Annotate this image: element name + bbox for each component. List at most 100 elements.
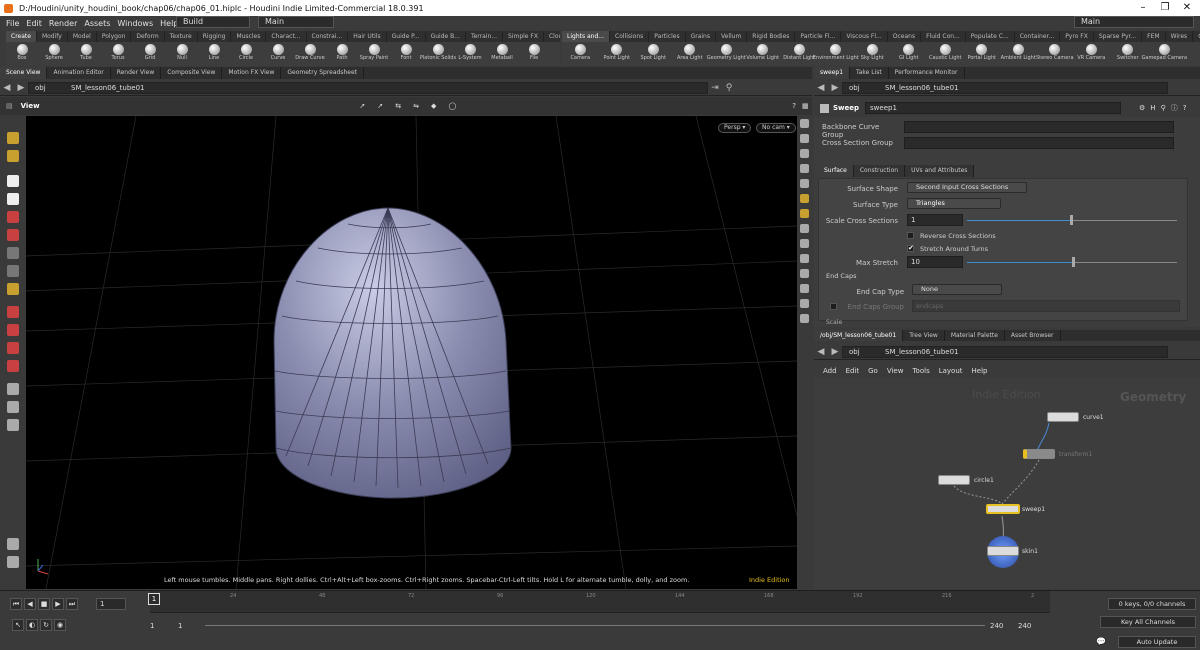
help-icon[interactable]: ? (792, 102, 796, 110)
move-icon[interactable] (7, 211, 19, 223)
link-icon[interactable]: ⚲ (722, 83, 736, 93)
tool-platonic-solids[interactable]: Platonic Solids (420, 42, 456, 66)
end-caps-folder[interactable]: End Caps (826, 272, 856, 280)
network-tab-obj-sm-lesson06-tube01[interactable]: /obj/SM_lesson06_tube01 (814, 330, 904, 341)
menu-file[interactable]: File (6, 19, 19, 28)
tool-path[interactable]: Path (326, 42, 358, 66)
params-path-field[interactable]: obj SM_lesson06_tube01 (842, 81, 1168, 94)
loop-icon[interactable]: ↻ (40, 619, 52, 631)
net-path-node[interactable]: SM_lesson06_tube01 (885, 348, 959, 356)
key-all-channels-menu[interactable]: Key All Channels (1100, 616, 1196, 628)
bg-image-icon[interactable] (7, 538, 19, 550)
shelf-tab-create[interactable]: Create (6, 31, 37, 42)
text-icon[interactable] (800, 314, 809, 323)
playhead-marker[interactable]: 1 (148, 593, 160, 605)
shelf-tab-pyro-fx[interactable]: Pyro FX (1060, 31, 1094, 42)
snap-tool-icon[interactable]: ⇋ (413, 102, 419, 110)
tab-construction[interactable]: Construction (853, 165, 906, 177)
info-icon[interactable] (800, 299, 809, 308)
settings-icon[interactable]: ◉ (54, 619, 66, 631)
tool-metaball[interactable]: Metaball (486, 42, 518, 66)
path-context[interactable]: obj (35, 84, 65, 92)
wire-shade-icon[interactable] (800, 119, 809, 128)
shelf-tab-populate-c[interactable]: Populate C... (966, 31, 1015, 42)
timeline-ruler[interactable]: 24 48 72 96 120 144 168 192 216 2 (150, 591, 1050, 613)
chat-icon[interactable]: 💬 (1096, 637, 1106, 646)
tool-camera[interactable]: Camera (562, 42, 599, 66)
tab-render-view[interactable]: Render View (111, 67, 162, 79)
stop-icon[interactable]: ■ (38, 598, 50, 610)
help-circle-icon[interactable]: ? (1183, 104, 1187, 112)
tool-l-system[interactable]: L-System (454, 42, 486, 66)
params-path-node[interactable]: SM_lesson06_tube01 (885, 84, 959, 92)
shelf-tab-charact[interactable]: Charact... (266, 31, 307, 42)
tool-stereo-camera[interactable]: Stereo Camera (1036, 42, 1074, 66)
view-tool-icon[interactable]: ◆ (431, 102, 436, 110)
network-menu-view[interactable]: View (887, 367, 904, 375)
net-forward-icon[interactable]: ▶ (828, 347, 842, 357)
scale-slider-handle[interactable] (1069, 215, 1073, 225)
close-icon[interactable]: ✕ (1177, 0, 1197, 16)
auto-update-menu[interactable]: Auto Update (1118, 636, 1196, 648)
snap-prim-icon[interactable] (7, 324, 19, 336)
network-path-field[interactable]: obj SM_lesson06_tube01 (842, 345, 1168, 358)
shelf-tab-polygon[interactable]: Polygon (97, 31, 132, 42)
node-transform1[interactable] (1023, 449, 1055, 459)
smooth-shade-icon[interactable] (800, 134, 809, 143)
main-dropdown[interactable]: Main (258, 16, 334, 28)
shelf-tab-grains[interactable]: Grains (686, 31, 716, 42)
shelf-tab-collisions[interactable]: Collisions (610, 31, 650, 42)
scale-icon[interactable] (7, 247, 19, 259)
tool-switcher[interactable]: Switcher (1110, 42, 1147, 66)
node-sweep1[interactable] (986, 504, 1020, 514)
help-menu-icon[interactable]: H (1150, 104, 1155, 112)
snap-point-icon[interactable] (7, 342, 19, 354)
tab-surface[interactable]: Surface (818, 165, 854, 177)
main-right-dropdown[interactable]: Main (1074, 16, 1194, 28)
start-frame[interactable]: 1 (150, 622, 154, 630)
shelf-tab-sparse-pyr[interactable]: Sparse Pyr... (1094, 31, 1143, 42)
shelf-tab-constrai[interactable]: Constrai... (307, 31, 349, 42)
maximize-icon[interactable]: ❐ (1155, 0, 1175, 16)
pivot-icon[interactable] (7, 265, 19, 277)
shelf-tab-muscles[interactable]: Muscles (231, 31, 267, 42)
display-normals-icon[interactable] (800, 179, 809, 188)
current-frame-field[interactable]: 1 (96, 598, 126, 610)
network-editor[interactable]: Indie Edition Geometry curve1 transform1… (814, 378, 1200, 589)
shelf-tab-vellum[interactable]: Vellum (716, 31, 748, 42)
tab-take-list[interactable]: Take List (850, 67, 889, 79)
tool-environment-light[interactable]: Environment Light (813, 42, 859, 66)
tool-box[interactable]: Box (6, 42, 38, 66)
viewport-scene[interactable] (26, 116, 797, 589)
snap-grid-icon[interactable] (7, 306, 19, 318)
network-menu-help[interactable]: Help (972, 367, 988, 375)
shelf-tab-viscous-fl[interactable]: Viscous Fl... (841, 31, 888, 42)
tool-draw-curve[interactable]: Draw Curve (294, 42, 326, 66)
render-region-icon[interactable] (7, 401, 19, 413)
tool-sphere[interactable]: Sphere (38, 42, 70, 66)
cross-section-group-field[interactable] (904, 137, 1174, 149)
tool-distant-light[interactable]: Distant Light (781, 42, 818, 66)
shelf-tab-wires[interactable]: Wires (1166, 31, 1194, 42)
end-frame[interactable]: 240 (990, 622, 1003, 630)
shelf-tab-rigging[interactable]: Rigging (198, 31, 232, 42)
tool-line[interactable]: Line (198, 42, 230, 66)
tool-gamepad-camera[interactable]: Gamepad Camera (1142, 42, 1187, 66)
node-circle1[interactable] (938, 475, 970, 485)
flipbook-icon[interactable] (7, 419, 19, 431)
menu-windows[interactable]: Windows (117, 19, 153, 28)
grid-toggle-icon[interactable] (800, 224, 809, 233)
search-icon[interactable]: ⚲ (1161, 104, 1166, 112)
shelf-tab-modify[interactable]: Modify (37, 31, 68, 42)
tool-spot-light[interactable]: Spot Light (635, 42, 672, 66)
info-circle-icon[interactable]: ⓘ (1171, 103, 1178, 113)
tool-ambient-light[interactable]: Ambient Light (1000, 42, 1037, 66)
wireframe-icon[interactable] (800, 254, 809, 263)
surface-shape-menu[interactable]: Second Input Cross Sections (907, 182, 1027, 193)
tab-uvs-attributes[interactable]: UVs and Attributes (905, 165, 975, 177)
network-tab-tree-view[interactable]: Tree View (903, 330, 945, 341)
forward-arrow-icon[interactable]: ▶ (14, 83, 28, 93)
viewport-path-field[interactable]: obj SM_lesson06_tube01 (28, 81, 708, 94)
node-skin1[interactable] (987, 546, 1019, 556)
network-menu-edit[interactable]: Edit (846, 367, 860, 375)
